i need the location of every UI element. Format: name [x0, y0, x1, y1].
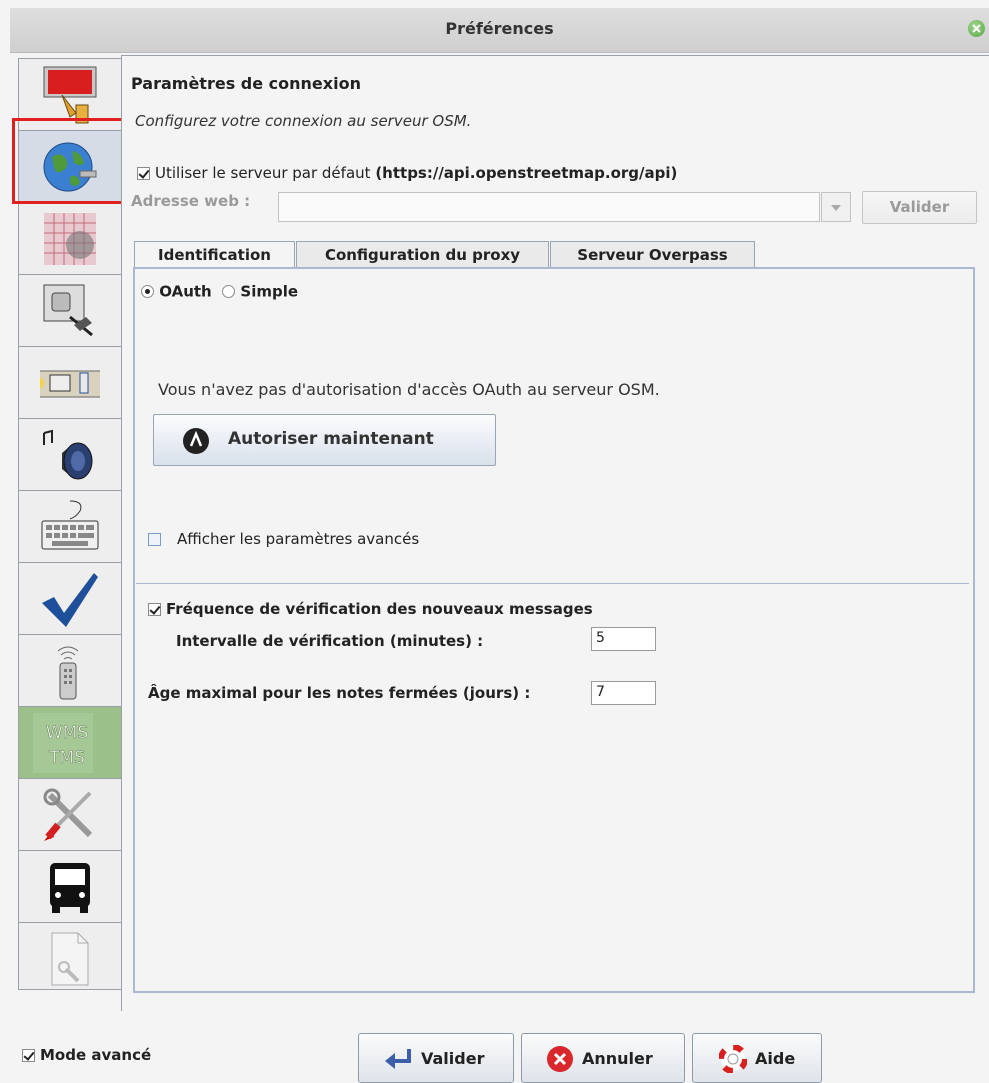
advanced-parameters[interactable]: Afficher les paramètres avancés: [148, 530, 419, 548]
sidebar-item-audio[interactable]: [19, 419, 122, 491]
advanced-parameters-checkbox[interactable]: [148, 533, 161, 546]
map-grid-icon: [44, 213, 96, 265]
cancel-label: Annuler: [582, 1049, 653, 1068]
remote-control-icon: [57, 646, 79, 700]
plugin-icon: [43, 284, 93, 337]
url-input[interactable]: [278, 192, 820, 222]
interval-input[interactable]: 5: [591, 627, 656, 651]
paint-icon: [43, 66, 97, 124]
tab-proxy[interactable]: Configuration du proxy: [296, 241, 549, 268]
message-check[interactable]: Fréquence de vérification des nouveaux m…: [148, 600, 593, 618]
expert-mode-checkbox[interactable]: [22, 1049, 35, 1062]
sidebar-item-map[interactable]: [19, 203, 122, 275]
sidebar-item-remote-control[interactable]: [19, 635, 122, 707]
identification-panel: [133, 267, 975, 993]
sidebar-item-advanced-file[interactable]: [19, 923, 122, 989]
authorize-now-label: Autoriser maintenant: [228, 429, 434, 449]
url-dropdown-button[interactable]: [821, 192, 851, 222]
section-description: Configurez votre connexion au serveur OS…: [135, 112, 472, 130]
simple-radio[interactable]: [222, 285, 236, 298]
use-default-label: Utiliser le serveur par défaut: [155, 164, 371, 182]
title-bar: Préférences: [10, 8, 989, 53]
tab-overpass[interactable]: Serveur Overpass: [550, 241, 755, 268]
sidebar-item-validator[interactable]: [19, 563, 122, 635]
tools-icon: [43, 788, 93, 841]
audio-icon: [43, 429, 93, 480]
use-default-checkbox[interactable]: [137, 167, 150, 180]
ok-label: Valider: [421, 1049, 485, 1068]
message-check-checkbox[interactable]: [148, 603, 161, 616]
auth-method: OAuth Simple: [141, 282, 298, 301]
osm-auth-icon: [183, 428, 209, 454]
no-auth-message: Vous n'avez pas d'autorisation d'accès O…: [158, 380, 660, 399]
url-label: Adresse web :: [131, 192, 251, 210]
sidebar-item-advanced[interactable]: [19, 779, 122, 851]
sidebar-item-transport[interactable]: [19, 851, 122, 923]
sidebar-item-plugins[interactable]: [19, 275, 122, 347]
sidebar-item-toolbar[interactable]: [19, 347, 122, 419]
close-icon: [972, 24, 981, 33]
section-title: Paramètres de connexion: [131, 74, 361, 93]
default-server-url: (https://api.openstreetmap.org/api): [375, 164, 678, 182]
separator: [136, 583, 969, 584]
keyboard-icon: [41, 500, 99, 550]
simple-label: Simple: [240, 282, 299, 301]
cancel-icon: [547, 1046, 573, 1072]
notes-age-label: Âge maximal pour les notes fermées (jour…: [148, 684, 531, 702]
help-button[interactable]: Aide: [692, 1033, 822, 1083]
expert-mode[interactable]: Mode avancé: [22, 1046, 151, 1064]
authorize-now-button[interactable]: Autoriser maintenant: [153, 414, 496, 466]
sidebar-item-shortcuts[interactable]: [19, 491, 122, 563]
oauth-radio[interactable]: [141, 285, 154, 298]
enter-icon: [385, 1049, 411, 1069]
toolbar-icon: [40, 370, 100, 398]
oauth-label: OAuth: [159, 282, 212, 301]
wms-tms-icon: WMS TMS: [33, 713, 93, 773]
expert-mode-label: Mode avancé: [40, 1046, 152, 1064]
cancel-button[interactable]: Annuler: [521, 1033, 685, 1083]
selection-highlight: [12, 118, 130, 204]
tms-text: TMS: [48, 748, 85, 768]
help-label: Aide: [755, 1049, 796, 1068]
message-check-label: Fréquence de vérification des nouveaux m…: [166, 600, 593, 618]
wms-text: WMS: [46, 723, 88, 743]
advanced-parameters-label: Afficher les paramètres avancés: [177, 530, 420, 548]
use-default-server[interactable]: Utiliser le serveur par défaut (https://…: [137, 164, 677, 182]
help-lifebuoy-icon: [719, 1045, 747, 1073]
tab-identification[interactable]: Identification: [134, 241, 295, 270]
ok-button[interactable]: Valider: [358, 1033, 514, 1083]
bus-icon: [50, 863, 90, 913]
close-button[interactable]: [968, 20, 985, 37]
validator-icon: [42, 573, 98, 627]
window-title: Préférences: [445, 19, 554, 38]
interval-label: Intervalle de vérification (minutes) :: [176, 632, 484, 650]
notes-age-input[interactable]: 7: [591, 681, 656, 705]
sidebar-item-imagery[interactable]: WMS TMS: [19, 707, 122, 779]
advanced-file-icon: [51, 932, 89, 986]
validate-url-button[interactable]: Valider: [862, 191, 977, 224]
